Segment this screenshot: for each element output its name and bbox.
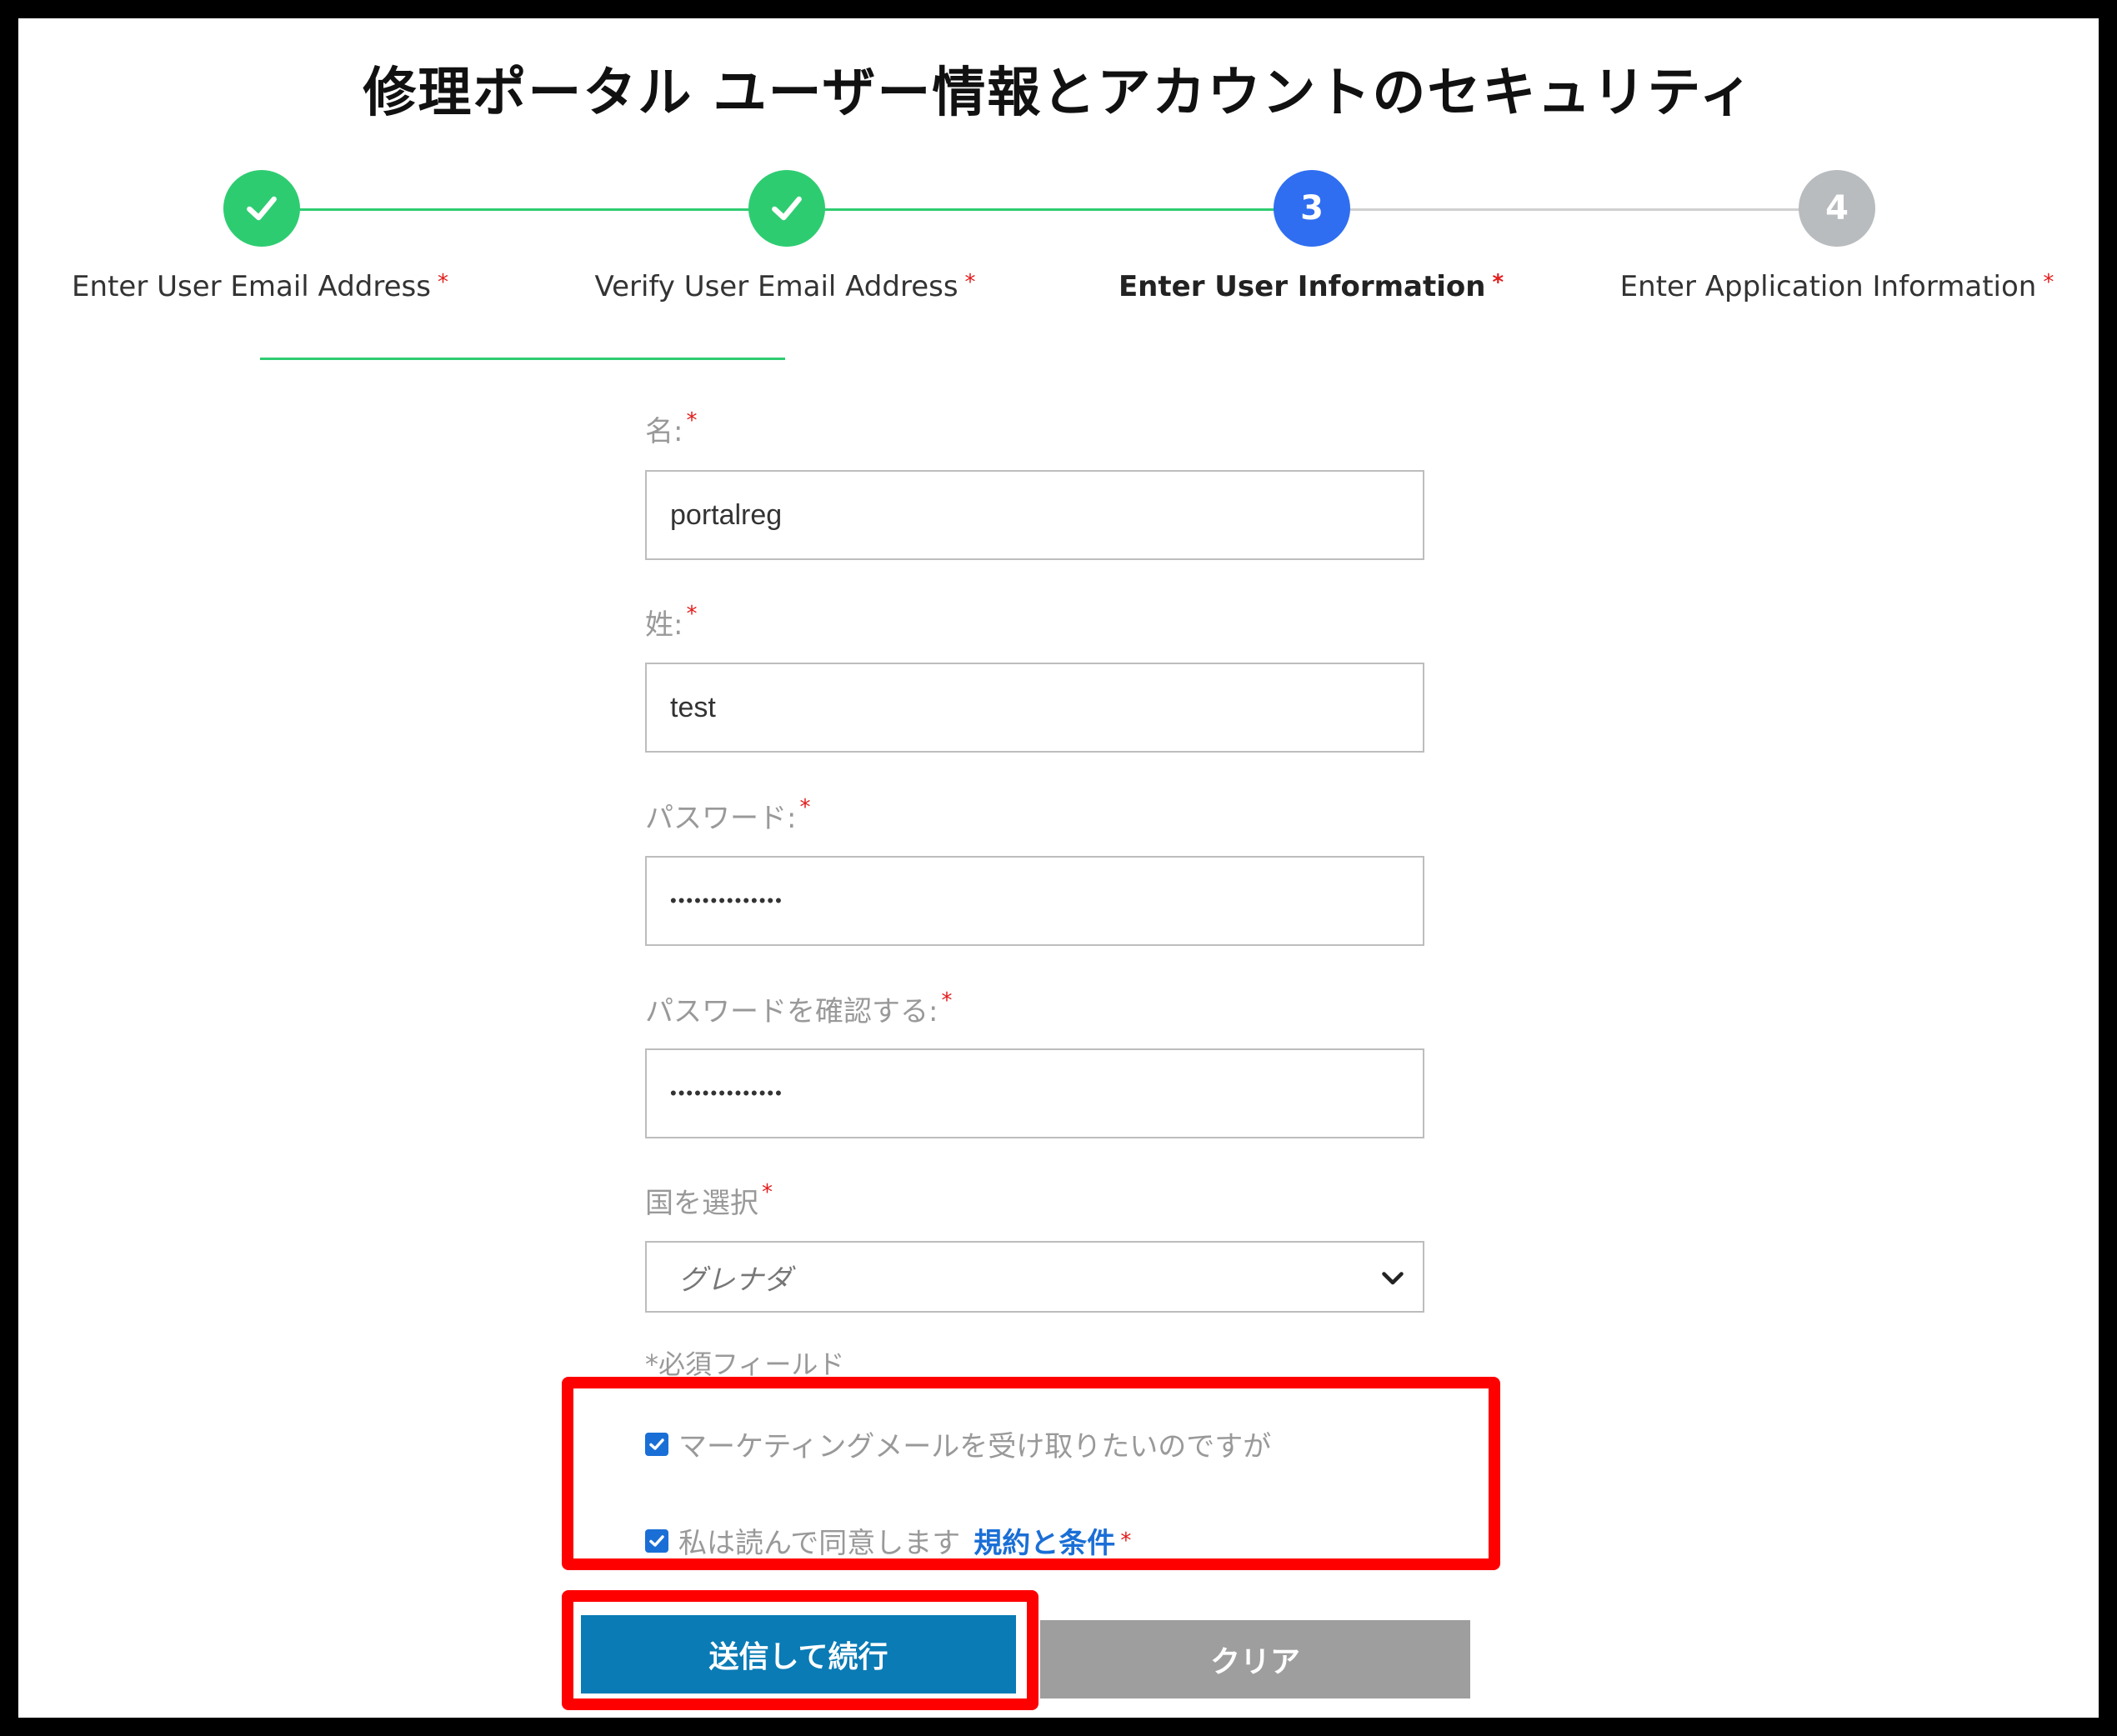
country-selected-value: グレナダ (678, 1263, 792, 1297)
step-4-label: Enter Application Information * (1619, 270, 2054, 303)
page-title: 修理ポータル ユーザー情報とアカウントのセキュリティ (363, 63, 1754, 124)
first-name-label: 名: * (645, 408, 698, 448)
step-connector-2 (802, 208, 1302, 211)
step-1-label: Enter User Email Address * (72, 270, 448, 303)
country-select[interactable]: グレナダ (645, 1241, 1424, 1313)
step-4-number: 4 (1799, 170, 1875, 247)
step-2-check-icon (748, 170, 825, 247)
last-name-label: 姓: * (645, 602, 698, 642)
step-connector-1 (260, 358, 785, 360)
step-connector-1 (277, 208, 777, 211)
checkbox-highlight-box (562, 1377, 1500, 1570)
password-input[interactable]: •••••••••••••• (645, 856, 1424, 946)
submit-highlight-box (562, 1590, 1038, 1710)
page-frame: 修理ポータル ユーザー情報とアカウントのセキュリティ 3 4 Enter Use… (0, 0, 2117, 1736)
confirm-password-input[interactable]: •••••••••••••• (645, 1048, 1424, 1138)
step-3-label: Enter User Information * (1118, 270, 1504, 303)
confirm-password-label: パスワードを確認する: * (645, 988, 953, 1028)
chevron-down-icon (1382, 1272, 1404, 1285)
step-3-number: 3 (1274, 170, 1350, 247)
country-label: 国を選択 * (645, 1180, 773, 1220)
step-1-check-icon (223, 170, 300, 247)
first-name-input[interactable]: portalreg (645, 470, 1424, 560)
password-label: パスワード: * (645, 795, 811, 835)
clear-button[interactable]: クリア (1040, 1620, 1470, 1698)
step-connector-3 (1327, 208, 1827, 211)
step-2-label: Verify User Email Address * (594, 270, 976, 303)
last-name-input[interactable]: test (645, 663, 1424, 753)
